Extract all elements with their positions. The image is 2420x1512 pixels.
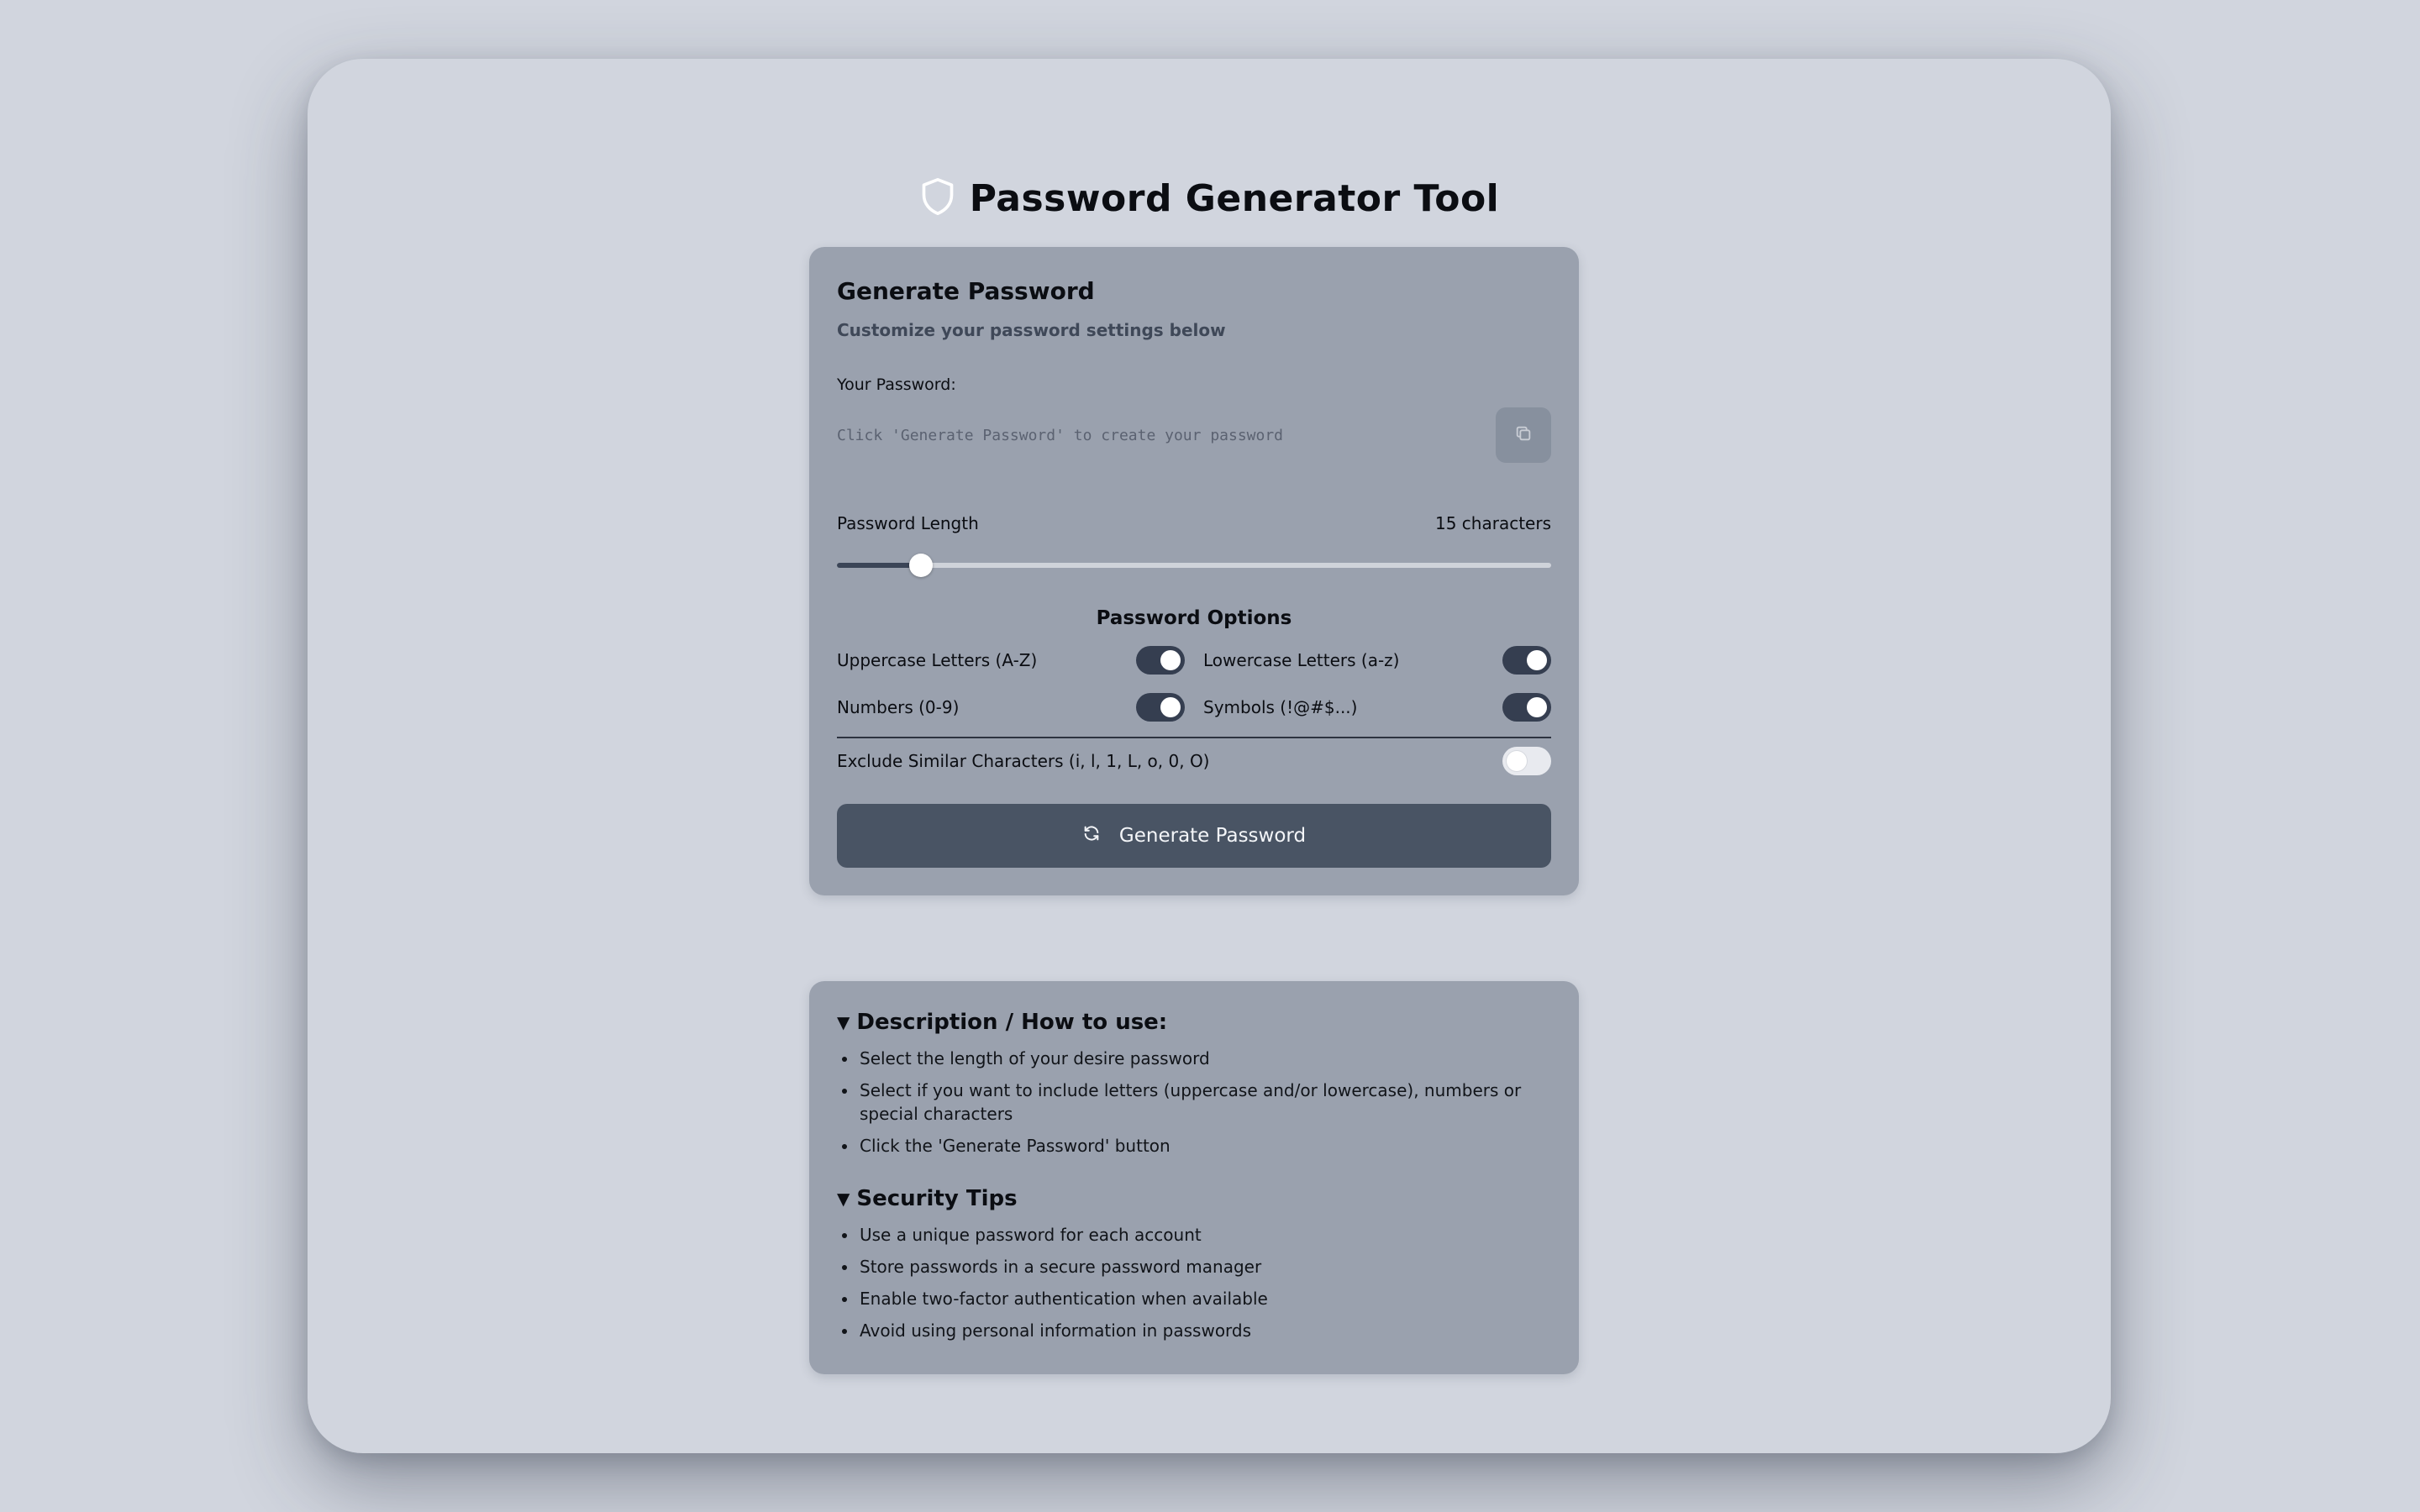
copy-icon	[1514, 424, 1533, 446]
lowercase-toggle[interactable]	[1502, 646, 1551, 675]
slider-thumb[interactable]	[909, 554, 934, 577]
copy-button[interactable]	[1496, 407, 1551, 463]
password-row	[837, 407, 1551, 463]
description-section-toggle[interactable]: ▼ Description / How to use:	[837, 1010, 1551, 1035]
option-uppercase: Uppercase Letters (A-Z)	[837, 646, 1185, 675]
toggle-knob	[1527, 697, 1547, 717]
option-label: Exclude Similar Characters (i, l, 1, L, …	[837, 751, 1210, 771]
list-item: Use a unique password for each account	[837, 1223, 1551, 1247]
toggle-knob	[1160, 697, 1181, 717]
list-item: Click the 'Generate Password' button	[837, 1134, 1551, 1158]
triangle-down-icon: ▼	[837, 1189, 850, 1209]
list-item: Enable two-factor authentication when av…	[837, 1287, 1551, 1310]
exclude-similar-toggle[interactable]	[1502, 747, 1551, 775]
password-label: Your Password:	[837, 375, 956, 394]
toggle-knob	[1160, 650, 1181, 670]
description-list: Select the length of your desire passwor…	[837, 1047, 1551, 1158]
triangle-down-icon: ▼	[837, 1012, 850, 1032]
list-item: Store passwords in a secure password man…	[837, 1255, 1551, 1278]
info-card: ▼ Description / How to use: Select the l…	[809, 981, 1579, 1374]
options-grid: Uppercase Letters (A-Z) Lowercase Letter…	[837, 646, 1551, 722]
symbols-toggle[interactable]	[1502, 693, 1551, 722]
generator-title: Generate Password	[837, 277, 1095, 305]
list-item: Select the length of your desire passwor…	[837, 1047, 1551, 1070]
list-item: Select if you want to include letters (u…	[837, 1079, 1551, 1126]
option-exclude-similar: Exclude Similar Characters (i, l, 1, L, …	[837, 747, 1551, 775]
shield-icon	[919, 176, 956, 220]
list-item: Avoid using personal information in pass…	[837, 1319, 1551, 1342]
app-window: Password Generator Tool Create strong, s…	[308, 59, 2111, 1453]
uppercase-toggle[interactable]	[1136, 646, 1185, 675]
length-value: 15 characters	[1435, 513, 1551, 533]
option-label: Numbers (0-9)	[837, 697, 960, 717]
generator-subtitle: Customize your password settings below	[837, 320, 1226, 340]
security-tips-list: Use a unique password for each account S…	[837, 1223, 1551, 1342]
options-title: Password Options	[1096, 607, 1292, 629]
length-label: Password Length	[837, 513, 979, 533]
option-label: Lowercase Letters (a-z)	[1203, 650, 1400, 670]
generator-card: Generate Password Customize your passwor…	[809, 247, 1579, 895]
slider-fill	[837, 563, 922, 568]
option-symbols: Symbols (!@#$...)	[1203, 693, 1551, 722]
length-row: Password Length 15 characters	[837, 513, 1551, 533]
toggle-knob	[1507, 751, 1527, 771]
title-row: Password Generator Tool	[308, 176, 2111, 220]
toggle-knob	[1527, 650, 1547, 670]
length-slider[interactable]	[837, 554, 1551, 577]
generate-button-label: Generate Password	[1118, 825, 1307, 847]
option-label: Uppercase Letters (A-Z)	[837, 650, 1038, 670]
numbers-toggle[interactable]	[1136, 693, 1185, 722]
description-title: Description / How to use:	[856, 1010, 1168, 1035]
option-numbers: Numbers (0-9)	[837, 693, 1185, 722]
slider-track	[837, 563, 1551, 568]
generate-password-button[interactable]: Generate Password	[837, 804, 1551, 868]
security-tips-title: Security Tips	[856, 1186, 1018, 1211]
page-title: Password Generator Tool	[969, 176, 1500, 220]
security-tips-toggle[interactable]: ▼ Security Tips	[837, 1186, 1551, 1211]
option-lowercase: Lowercase Letters (a-z)	[1203, 646, 1551, 675]
divider	[837, 737, 1551, 738]
password-output[interactable]	[837, 426, 1496, 444]
option-label: Symbols (!@#$...)	[1203, 697, 1358, 717]
refresh-icon	[1082, 824, 1101, 848]
